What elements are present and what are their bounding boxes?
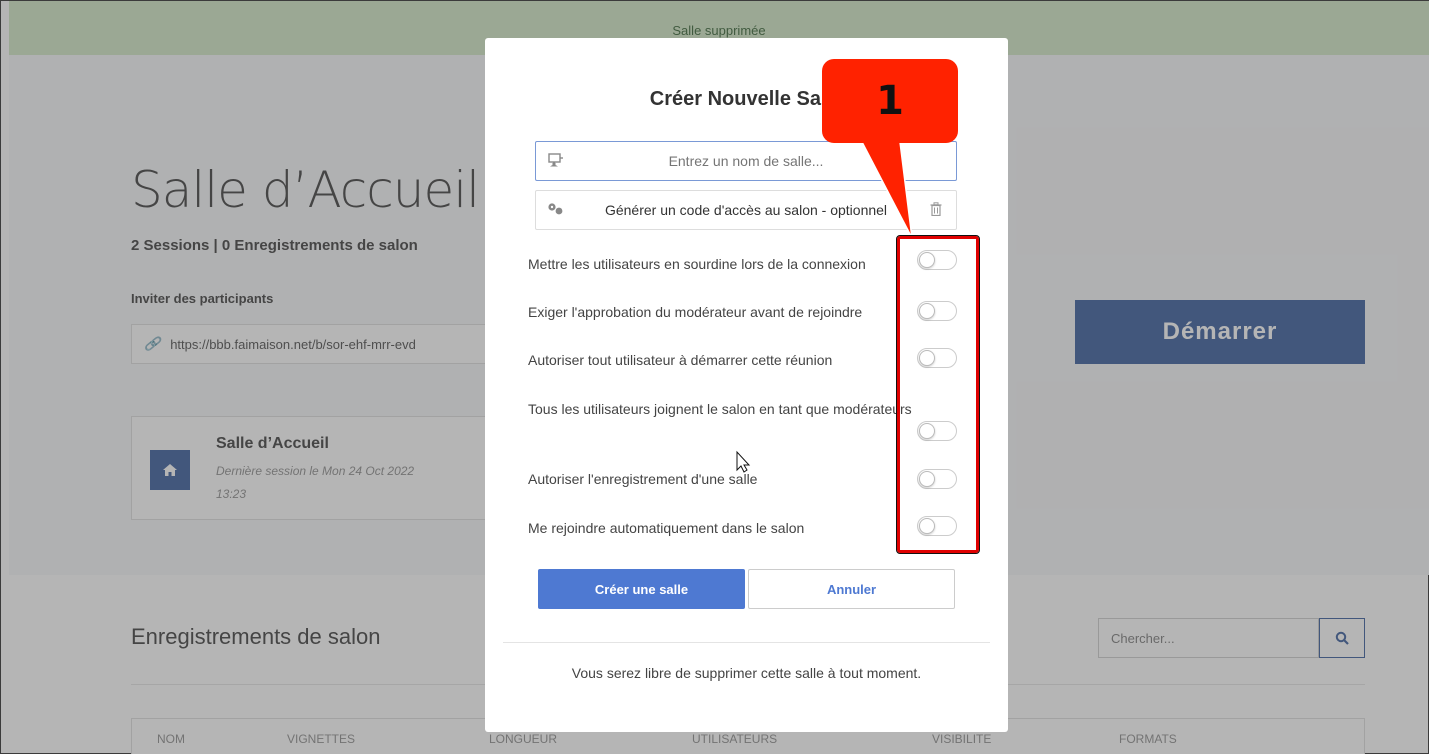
- annotation-callout: 1: [822, 59, 958, 143]
- annotation-number: 1: [876, 78, 904, 124]
- toggles-highlight-box: [896, 235, 980, 554]
- callout-pointer: [736, 141, 913, 473]
